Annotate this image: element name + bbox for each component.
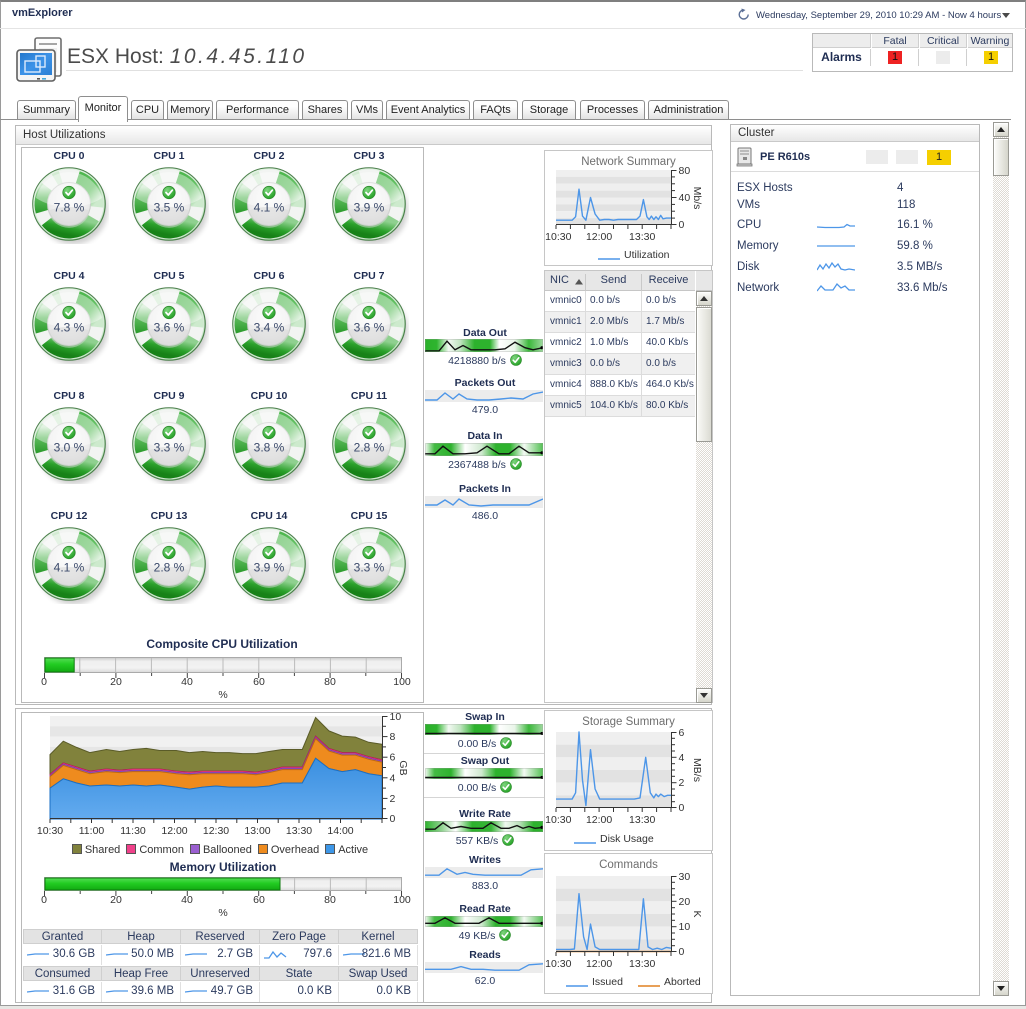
svg-text:30: 30 <box>679 871 691 883</box>
svg-text:10:30: 10:30 <box>545 231 571 243</box>
svg-text:40: 40 <box>679 192 691 204</box>
svg-text:3.9 %: 3.9 % <box>254 561 285 575</box>
svg-text:10: 10 <box>390 711 402 723</box>
svg-text:3.6 %: 3.6 % <box>154 321 185 335</box>
svg-text:3.9 %: 3.9 % <box>354 201 385 215</box>
svg-text:12:00: 12:00 <box>586 814 612 826</box>
svg-text:3.8 %: 3.8 % <box>254 441 285 455</box>
svg-text:3.6 %: 3.6 % <box>354 321 385 335</box>
svg-text:11:30: 11:30 <box>120 825 146 837</box>
svg-text:3.3 %: 3.3 % <box>154 441 185 455</box>
svg-text:12:00: 12:00 <box>586 231 612 243</box>
svg-text:13:30: 13:30 <box>286 825 312 837</box>
svg-text:13:00: 13:00 <box>244 825 270 837</box>
svg-text:2: 2 <box>390 793 396 805</box>
svg-text:80: 80 <box>679 165 691 177</box>
svg-text:4.1 %: 4.1 % <box>254 201 285 215</box>
svg-text:0: 0 <box>679 219 685 231</box>
svg-text:10:30: 10:30 <box>545 958 571 970</box>
svg-text:GB: GB <box>397 760 409 775</box>
svg-text:6: 6 <box>390 752 396 764</box>
svg-text:4: 4 <box>390 772 396 784</box>
svg-text:10: 10 <box>679 921 691 933</box>
svg-text:0: 0 <box>679 946 685 958</box>
svg-text:4.3 %: 4.3 % <box>54 321 85 335</box>
svg-text:3.4 %: 3.4 % <box>254 321 285 335</box>
svg-text:8: 8 <box>390 731 396 743</box>
svg-text:4: 4 <box>679 752 685 764</box>
svg-text:4.1 %: 4.1 % <box>54 561 85 575</box>
svg-text:2.8 %: 2.8 % <box>154 561 185 575</box>
svg-text:0: 0 <box>679 802 685 814</box>
svg-text:12:00: 12:00 <box>161 825 187 837</box>
svg-text:2: 2 <box>679 777 685 789</box>
svg-text:13:30: 13:30 <box>629 814 655 826</box>
svg-text:11:00: 11:00 <box>79 825 105 837</box>
svg-text:13:30: 13:30 <box>629 231 655 243</box>
svg-text:7.8 %: 7.8 % <box>54 201 85 215</box>
svg-text:MB/s: MB/s <box>691 758 703 782</box>
svg-text:Mb/s: Mb/s <box>691 187 703 210</box>
svg-text:0: 0 <box>390 813 396 825</box>
svg-text:K: K <box>691 910 703 917</box>
svg-text:10:30: 10:30 <box>37 825 63 837</box>
svg-text:13:30: 13:30 <box>629 958 655 970</box>
svg-text:14:00: 14:00 <box>327 825 353 837</box>
svg-text:12:30: 12:30 <box>203 825 229 837</box>
svg-text:12:00: 12:00 <box>586 958 612 970</box>
svg-text:3.3 %: 3.3 % <box>354 561 385 575</box>
svg-text:6: 6 <box>679 727 685 739</box>
svg-text:10:30: 10:30 <box>545 814 571 826</box>
svg-text:2.8 %: 2.8 % <box>354 441 385 455</box>
svg-text:20: 20 <box>679 896 691 908</box>
svg-text:3.0 %: 3.0 % <box>54 441 85 455</box>
svg-text:3.5 %: 3.5 % <box>154 201 185 215</box>
